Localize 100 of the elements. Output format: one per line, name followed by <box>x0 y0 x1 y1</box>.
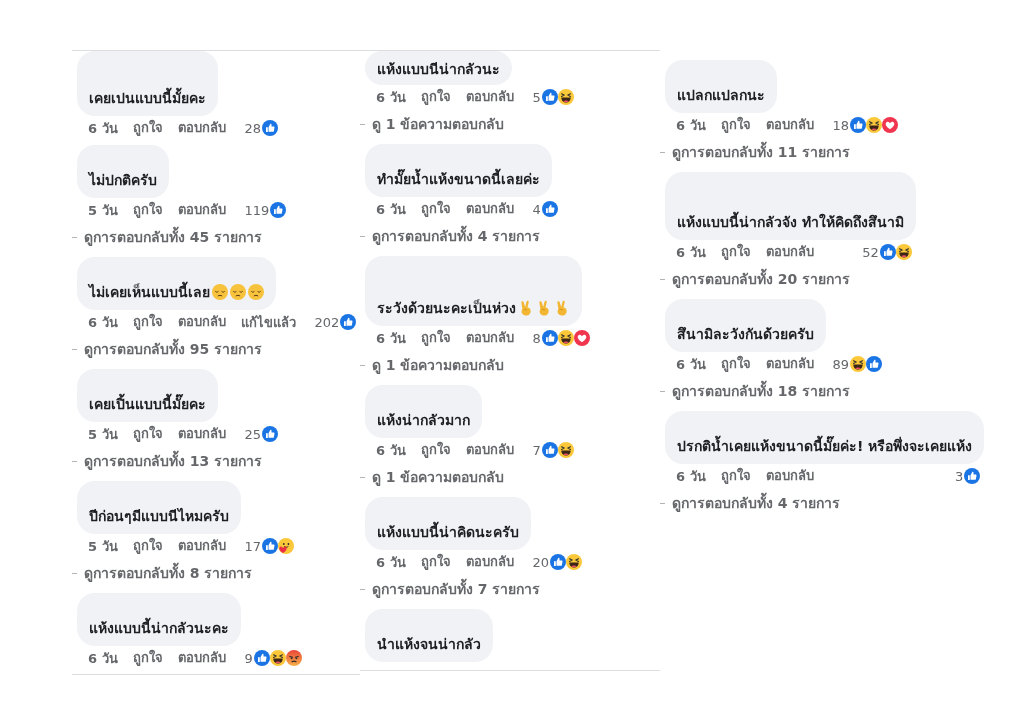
comment-text: สึนามิละวังกันด้วยครับ <box>677 325 814 344</box>
sad-face-emoji-icon <box>212 284 228 300</box>
thumbs-up-icon <box>262 120 279 136</box>
like-link[interactable]: ถูกใจ <box>132 313 163 331</box>
reply-link[interactable]: ตอบกลับ <box>765 116 814 134</box>
reaction-count: 89 <box>832 356 850 372</box>
sad-face-emoji-icon <box>230 284 246 300</box>
comment-text: เคยเปนแบบนี้มั้ยคะ <box>89 88 206 108</box>
like-link[interactable]: ถูกใจ <box>132 649 163 667</box>
comment-time: 6 วัน <box>88 649 118 668</box>
comment-time: 6 วัน <box>376 200 406 219</box>
reaction-count: 3 <box>955 468 964 484</box>
comment-time: 6 วัน <box>88 313 118 332</box>
reaction-count: 202 <box>314 314 340 330</box>
view-replies-link[interactable]: ดูการตอบกลับทั้ง 8 รายการ <box>84 563 253 583</box>
comment-time: 5 วัน <box>88 537 118 556</box>
comment-time: 6 วัน <box>676 116 706 135</box>
reply-link[interactable]: ตอบกลับ <box>765 243 814 261</box>
reply-link[interactable]: ตอบกลับ <box>765 467 814 485</box>
peace-hand-emoji-icon <box>536 300 552 316</box>
like-link[interactable]: ถูกใจ <box>720 243 751 261</box>
comment-text: ปรกติน้ำเคยแห้งขนาดนี้มั๊ยค่ะ! หรือพึ่งจะเคยแห้ง <box>677 436 973 456</box>
thumbs-up-icon <box>541 442 558 458</box>
like-link[interactable]: ถูกใจ <box>132 425 163 443</box>
view-replies-link[interactable]: ดูการตอบกลับทั้ง 20 รายการ <box>672 269 851 289</box>
reaction-count: 28 <box>244 120 262 136</box>
like-link[interactable]: ถูกใจ <box>720 467 751 485</box>
comment-text: เคยเปิ้นแบบนี้มั๊ยคะ <box>89 394 206 414</box>
like-link[interactable]: ถูกใจ <box>420 88 451 106</box>
thumbs-up-icon <box>541 201 558 217</box>
reply-link[interactable]: ตอบกลับ <box>177 119 226 137</box>
like-link[interactable]: ถูกใจ <box>720 116 751 134</box>
like-link[interactable]: ถูกใจ <box>132 119 163 137</box>
comment-text: ไม่เคยเห็นแบบนี้เลย <box>89 282 210 302</box>
reaction-count: 52 <box>862 244 879 260</box>
reaction-count: 7 <box>532 442 541 458</box>
thumbs-up-icon <box>541 89 558 105</box>
reply-link[interactable]: ตอบกลับ <box>465 200 514 218</box>
thumbs-up-icon <box>866 356 883 372</box>
laughing-emoji-icon <box>566 554 583 570</box>
thumbs-up-icon <box>262 426 279 442</box>
reply-link[interactable]: ตอบกลับ <box>177 537 226 555</box>
thumbs-up-icon <box>270 202 287 218</box>
comment-time: 6 วัน <box>376 329 406 348</box>
comment-time: 5 วัน <box>88 201 118 220</box>
view-replies-link[interactable]: ดูการตอบกลับทั้ง 18 รายการ <box>672 381 851 401</box>
like-link[interactable]: ถูกใจ <box>420 553 451 571</box>
like-link[interactable]: ถูกใจ <box>132 201 163 219</box>
reply-link[interactable]: ตอบกลับ <box>177 201 226 219</box>
comment-time: 6 วัน <box>376 553 406 572</box>
comment-text: แห้งแบบนี้น่าคิดนะครับ <box>377 522 519 542</box>
view-replies-link[interactable]: ดู 1 ข้อความตอบกลับ <box>372 467 505 487</box>
comment-text: แห้งแบบนี้น่ากลัวนะคะ <box>89 618 229 638</box>
like-link[interactable]: ถูกใจ <box>420 441 451 459</box>
view-replies-link[interactable]: ดูการตอบกลับทั้ง 7 รายการ <box>372 579 541 599</box>
thumbs-up-icon <box>879 244 896 260</box>
view-replies-link[interactable]: ดูการตอบกลับทั้ง 95 รายการ <box>84 339 263 359</box>
comment-time: 6 วัน <box>88 119 118 138</box>
reply-link[interactable]: ตอบกลับ <box>177 649 226 667</box>
reaction-count: 4 <box>532 201 541 217</box>
like-link[interactable]: ถูกใจ <box>420 329 451 347</box>
view-replies-link[interactable]: ดู 1 ข้อความตอบกลับ <box>372 355 505 375</box>
angry-emoji-icon <box>285 650 302 666</box>
reaction-count: 17 <box>244 538 262 554</box>
peace-hand-emoji-icon <box>554 300 570 316</box>
reply-link[interactable]: ตอบกลับ <box>465 88 514 106</box>
comment-time: 6 วัน <box>376 88 406 107</box>
reaction-count: 8 <box>532 330 541 346</box>
comment-time: 6 วัน <box>676 243 706 262</box>
laughing-emoji-icon <box>895 244 912 260</box>
reaction-count: 119 <box>244 202 270 218</box>
like-link[interactable]: ถูกใจ <box>420 200 451 218</box>
like-link[interactable]: ถูกใจ <box>132 537 163 555</box>
reply-link[interactable]: ตอบกลับ <box>177 313 226 331</box>
reply-link[interactable]: ตอบกลับ <box>765 355 814 373</box>
comment-time: 6 วัน <box>676 355 706 374</box>
like-link[interactable]: ถูกใจ <box>720 355 751 373</box>
reaction-count: 20 <box>532 554 550 570</box>
view-replies-link[interactable]: ดูการตอบกลับทั้ง 4 รายการ <box>372 226 541 246</box>
view-replies-link[interactable]: ดู 1 ข้อความตอบกลับ <box>372 114 505 134</box>
laughing-emoji-icon <box>269 650 286 666</box>
reply-link[interactable]: ตอบกลับ <box>177 425 226 443</box>
laughing-emoji-icon <box>866 117 883 133</box>
reply-link[interactable]: ตอบกลับ <box>465 329 514 347</box>
reply-link[interactable]: ตอบกลับ <box>465 553 514 571</box>
laughing-emoji-icon <box>557 330 574 346</box>
comment-time: 5 วัน <box>88 425 118 444</box>
view-replies-link[interactable]: ดูการตอบกลับทั้ง 13 รายการ <box>84 451 263 471</box>
thumbs-up-icon <box>340 314 357 330</box>
peace-hand-emoji-icon <box>518 300 534 316</box>
reaction-count: 25 <box>244 426 262 442</box>
thumbs-up-icon <box>964 468 981 484</box>
comment-text: แห้งแบบนีน่ากลัวนะ <box>377 60 500 79</box>
reaction-count: 5 <box>532 89 541 105</box>
reply-link[interactable]: ตอบกลับ <box>465 441 514 459</box>
view-replies-link[interactable]: ดูการตอบกลับทั้ง 45 รายการ <box>84 227 263 247</box>
view-replies-link[interactable]: ดูการตอบกลับทั้ง 4 รายการ <box>672 493 841 513</box>
thumbs-up-icon <box>550 554 567 570</box>
comment-text: ระวังด้วยนะคะเป็นห่วง <box>377 298 516 318</box>
view-replies-link[interactable]: ดูการตอบกลับทั้ง 11 รายการ <box>672 142 851 162</box>
